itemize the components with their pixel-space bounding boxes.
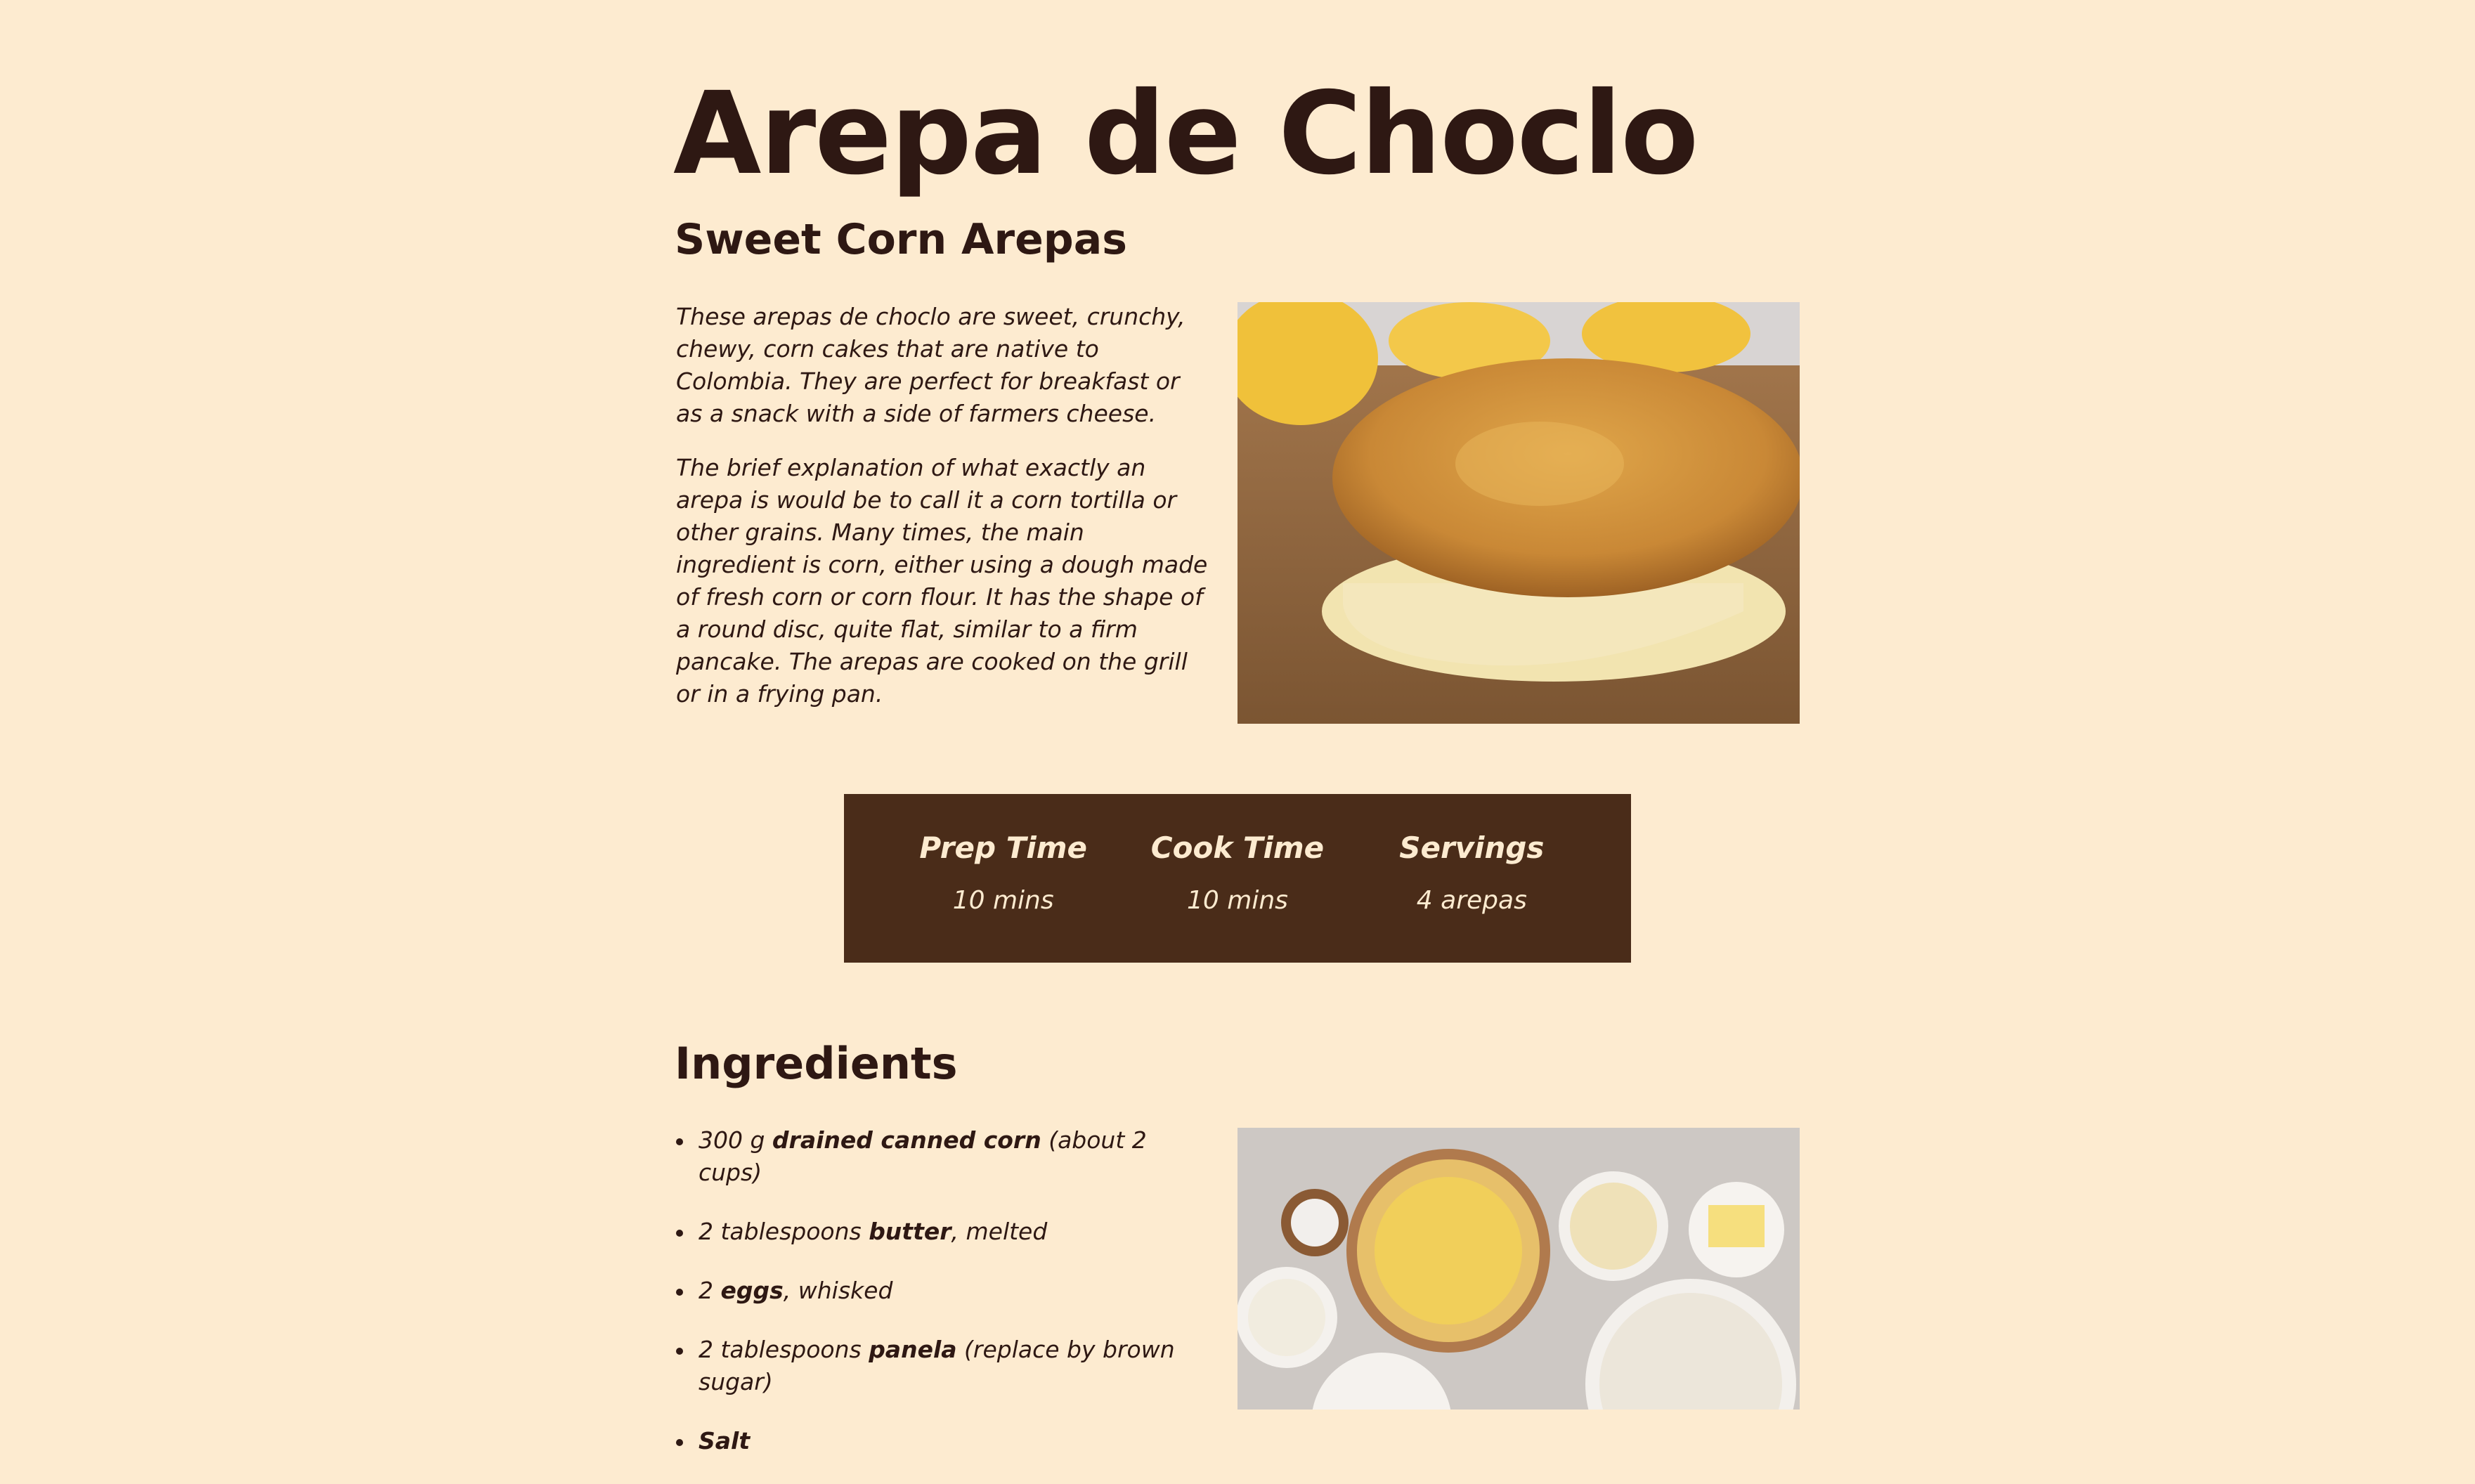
arepa-photo — [1238, 302, 1800, 724]
ingredient-name: eggs — [720, 1277, 784, 1304]
ingredient-name: Salt — [699, 1427, 751, 1454]
servings: Servings 4 arepas — [1366, 831, 1577, 916]
prep-time-label: Prep Time — [919, 831, 1087, 865]
prep-time: Prep Time 10 mins — [898, 831, 1109, 916]
intro-paragraph-1: These arepas de choclo are sweet, crunch… — [676, 303, 1185, 427]
page-subtitle: Sweet Corn Arepas — [675, 215, 1127, 264]
ingredients-list: 300 g drained canned corn (about 2 cups)… — [676, 1124, 1182, 1484]
intro-text: These arepas de choclo are sweet, crunch… — [676, 301, 1210, 732]
ingredients-photo — [1238, 1128, 1800, 1410]
ingredient-amount: 2 — [699, 1277, 721, 1304]
intro-paragraph-2: The brief explanation of what exactly an… — [676, 454, 1208, 708]
ingredient-item: 300 g drained canned corn (about 2 cups) — [676, 1124, 1182, 1189]
ingredient-note: , whisked — [783, 1277, 893, 1304]
ingredient-name: butter — [869, 1218, 951, 1245]
ingredient-item: 2 tablespoons butter, melted — [676, 1216, 1182, 1248]
ingredient-amount: 2 tablespoons — [699, 1218, 869, 1245]
cook-time-value: 10 mins — [1187, 886, 1288, 916]
cook-time: Cook Time 10 mins — [1132, 831, 1343, 916]
ingredient-amount: 300 g — [699, 1126, 772, 1154]
cook-time-label: Cook Time — [1150, 831, 1325, 865]
ingredients-heading: Ingredients — [675, 1038, 958, 1089]
prep-time-value: 10 mins — [952, 886, 1054, 916]
ingredient-item: 2 tablespoons panela (replace by brown s… — [676, 1334, 1182, 1398]
ingredient-amount: 2 tablespoons — [699, 1336, 869, 1363]
page-title: Arepa de Choclo — [673, 68, 1698, 200]
servings-label: Servings — [1399, 831, 1545, 865]
ingredient-item: 2 eggs, whisked — [676, 1275, 1182, 1307]
recipe-info-box: Prep Time 10 mins Cook Time 10 mins Serv… — [844, 794, 1631, 963]
ingredient-name: panela — [869, 1336, 957, 1363]
servings-value: 4 arepas — [1416, 886, 1527, 916]
ingredient-name: drained canned corn — [772, 1126, 1041, 1154]
ingredient-item: Salt — [676, 1425, 1182, 1457]
ingredient-note: , melted — [951, 1218, 1048, 1245]
